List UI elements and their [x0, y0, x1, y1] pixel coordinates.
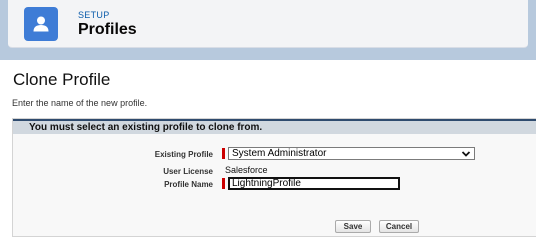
profile-name-input[interactable]	[228, 177, 400, 190]
page-header: SETUP Profiles	[8, 0, 528, 48]
profile-name-label: Profile Name	[164, 180, 213, 189]
existing-profile-value: System Administrator	[232, 148, 327, 159]
setup-label: SETUP	[78, 10, 110, 20]
user-license-value: Salesforce	[225, 165, 268, 175]
page-subtitle: Enter the name of the new profile.	[12, 98, 148, 108]
main-content: Clone Profile Enter the name of the new …	[0, 60, 536, 240]
chevron-down-icon	[461, 151, 471, 157]
existing-profile-select[interactable]: System Administrator	[228, 147, 475, 160]
existing-profile-label: Existing Profile	[154, 150, 213, 159]
header-title: Profiles	[78, 21, 137, 38]
error-message: You must select an existing profile to c…	[29, 122, 263, 133]
error-message-bar: You must select an existing profile to c…	[13, 119, 536, 134]
clone-profile-form: You must select an existing profile to c…	[12, 118, 536, 237]
user-icon	[24, 7, 58, 41]
page-title: Clone Profile	[13, 70, 111, 89]
user-license-label: User License	[163, 167, 213, 176]
save-button[interactable]: Save	[335, 220, 371, 233]
required-indicator	[222, 148, 225, 159]
required-indicator	[222, 178, 225, 189]
cancel-button[interactable]: Cancel	[379, 220, 419, 233]
